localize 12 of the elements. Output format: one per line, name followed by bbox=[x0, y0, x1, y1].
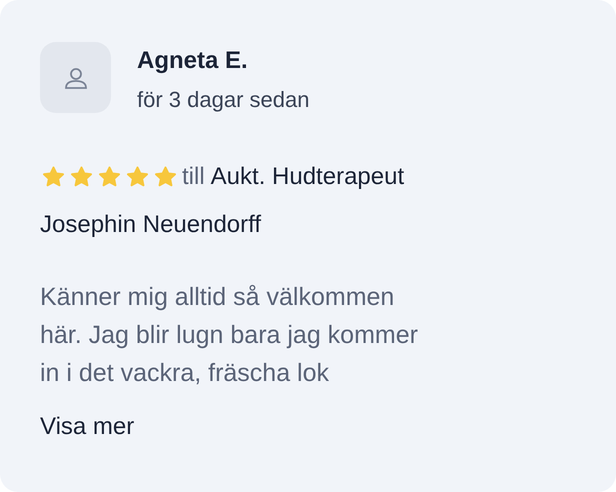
therapist-name: Josephin Neuendorff bbox=[40, 210, 262, 240]
connector-text: till bbox=[182, 162, 205, 192]
show-more-link[interactable]: Visa mer bbox=[40, 412, 134, 442]
review-text: Känner mig alltid så välkommen här. Jag blir lugn bara jag kommer in i det vackra, fräscha lok bbox=[40, 282, 419, 389]
reviewer-name: Agneta E. bbox=[137, 46, 249, 76]
review-time: för 3 dagar sedan bbox=[137, 86, 310, 114]
star-icon bbox=[68, 165, 95, 189]
star-icon bbox=[96, 165, 123, 189]
service-title: Aukt. Hudterapeut bbox=[210, 162, 404, 192]
star-icon bbox=[124, 165, 151, 189]
star-icon bbox=[40, 165, 67, 189]
star-icon bbox=[152, 165, 179, 189]
